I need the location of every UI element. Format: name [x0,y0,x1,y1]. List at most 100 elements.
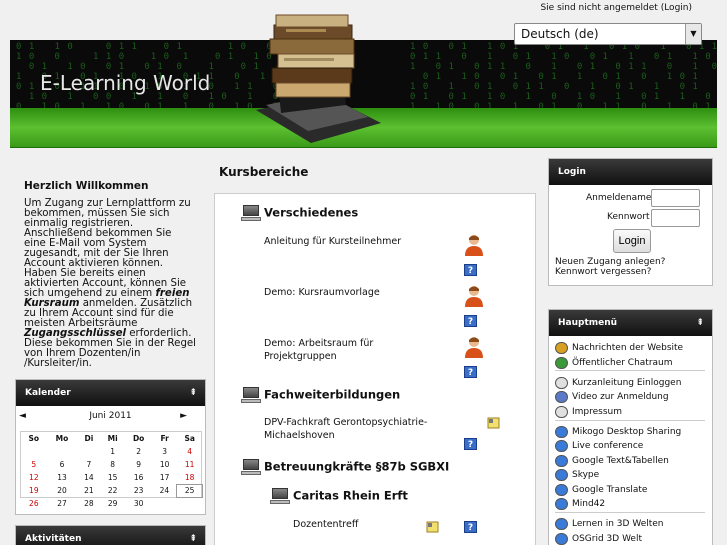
info-icon[interactable]: ? [464,315,477,327]
calendar-day[interactable]: 22 [100,484,124,497]
calendar-day[interactable]: 21 [77,484,100,497]
course-link[interactable]: Demo: Kursraumvorlage [264,286,380,299]
calendar-day[interactable]: 19 [21,484,47,497]
calendar-title: Kalender [25,388,71,398]
info-icon[interactable]: ? [464,366,477,378]
collapse-icon[interactable]: ⇞ [189,380,197,406]
calendar-day[interactable]: 29 [100,497,124,510]
main-menu-link[interactable]: Mikogo Desktop Sharing [572,427,681,437]
calendar-day[interactable]: 18 [177,471,203,484]
calendar-day[interactable]: 13 [47,471,78,484]
main-menu-item[interactable]: Google Text&Tabellen [555,454,669,468]
password-field[interactable] [651,209,700,227]
login-header: Login [549,159,712,185]
username-field[interactable] [651,189,700,207]
category-verschiedenes[interactable]: Verschiedenes [241,205,358,221]
calendar-next-button[interactable]: ► [180,411,187,421]
main-menu-item[interactable]: Impressum [555,405,622,419]
calendar-day[interactable]: 3 [152,445,176,458]
monitor-icon [241,205,261,221]
collapse-icon[interactable]: ⇞ [696,310,704,336]
calendar-day[interactable]: 12 [21,471,47,484]
main-menu-item[interactable]: Nachrichten der Website [555,341,683,355]
main-menu-item[interactable]: Mind42 [555,497,605,511]
main-menu-link[interactable]: Google Translate [572,485,647,495]
calendar-day[interactable]: 10 [152,458,176,471]
main-menu-link[interactable]: Mind42 [572,499,605,509]
login-button[interactable]: Login [613,229,651,253]
calendar-day[interactable]: 25 [176,483,203,498]
main-menu-item[interactable]: Video zur Anmeldung [555,390,669,404]
main-menu-link[interactable]: Skype [572,470,599,480]
language-select[interactable]: Deutsch (de) ▼ [514,23,702,45]
monitor-icon [241,459,261,475]
globe-icon [555,468,568,481]
calendar-day[interactable]: 5 [21,458,47,471]
category-betreuungskraefte[interactable]: Betreuungkräfte §87b SGBXI [241,459,449,475]
calendar-day[interactable]: 11 [177,458,203,471]
globe-icon [555,425,568,438]
chevron-down-icon: ▼ [685,24,701,44]
menu-divider [555,420,705,421]
document-icon [555,405,568,418]
info-icon[interactable]: ? [464,438,477,450]
main-menu-link[interactable]: Live conference [572,441,643,451]
teacher-icon[interactable] [464,285,484,307]
category-caritas[interactable]: Caritas Rhein Erft [270,488,408,504]
course-link[interactable]: DPV-Fachkraft Gerontopsychiatrie- Michae… [264,416,427,442]
calendar-day[interactable]: 17 [152,471,176,484]
main-menu-link[interactable]: OSGrid 3D Welt [572,534,642,544]
calendar-day[interactable]: 7 [77,458,100,471]
key-icon [426,521,439,533]
category-fachweiterbildungen[interactable]: Fachweiterbildungen [241,387,400,403]
calendar-day[interactable]: 26 [21,497,47,510]
course-link[interactable]: Dozententreff [293,518,358,531]
new-account-link[interactable]: Neuen Zugang anlegen? [555,257,665,267]
info-icon[interactable]: ? [464,264,477,276]
calendar-day[interactable]: 14 [77,471,100,484]
calendar-day[interactable]: 2 [125,445,153,458]
course-link[interactable]: Demo: Arbeitsraum für Projektgruppen [264,337,373,363]
main-menu-item[interactable]: Google Translate [555,483,647,497]
globe-icon [555,439,568,452]
main-menu-link[interactable]: Nachrichten der Website [572,343,683,353]
calendar-weekday: Sa [184,434,195,443]
calendar-day[interactable]: 23 [125,484,153,497]
calendar-day[interactable]: 16 [125,471,153,484]
calendar-day[interactable]: 6 [47,458,78,471]
info-icon[interactable]: ? [464,521,477,533]
calendar-weekday: Mo [55,434,69,443]
main-menu-link[interactable]: Lernen in 3D Welten [572,519,664,529]
calendar-day[interactable]: 8 [100,458,124,471]
login-link[interactable]: Login [664,3,688,13]
main-menu-item[interactable]: Skype [555,468,599,482]
main-menu-link[interactable]: Öffentlicher Chatraum [572,358,673,368]
calendar-day[interactable]: 28 [77,497,100,510]
teacher-icon[interactable] [464,336,484,358]
calendar-day[interactable]: 24 [152,484,176,497]
calendar-day[interactable]: 4 [177,445,203,458]
collapse-icon[interactable]: ⇞ [189,526,197,545]
calendar-day[interactable]: 27 [47,497,78,510]
main-menu-item[interactable]: Kurzanleitung Einloggen [555,376,681,390]
calendar-day[interactable]: 30 [125,497,153,510]
teacher-icon[interactable] [464,234,484,256]
main-menu-link[interactable]: Google Text&Tabellen [572,456,669,466]
calendar-day[interactable]: 9 [125,458,153,471]
main-menu-link[interactable]: Video zur Anmeldung [572,392,669,402]
calendar-day[interactable]: 15 [100,471,124,484]
main-menu-item[interactable]: Lernen in 3D Welten [555,517,664,531]
calendar-day[interactable]: 20 [47,484,78,497]
forgot-password-link[interactable]: Kennwort vergessen? [555,267,665,277]
main-menu-item[interactable]: Öffentlicher Chatraum [555,356,673,370]
main-menu-item[interactable]: Live conference [555,439,643,453]
username-label: Anmeldename [586,193,652,203]
main-menu-block: Hauptmenü ⇞ Nachrichten der Website Öffen… [548,309,713,545]
main-menu-item[interactable]: OSGrid 3D Welt [555,532,642,545]
main-menu-link[interactable]: Kurzanleitung Einloggen [572,378,681,388]
globe-icon [555,532,568,545]
course-link[interactable]: Anleitung für Kursteilnehmer [264,235,401,248]
main-menu-item[interactable]: Mikogo Desktop Sharing [555,425,681,439]
main-menu-link[interactable]: Impressum [572,407,622,417]
calendar-day[interactable]: 1 [100,445,124,458]
